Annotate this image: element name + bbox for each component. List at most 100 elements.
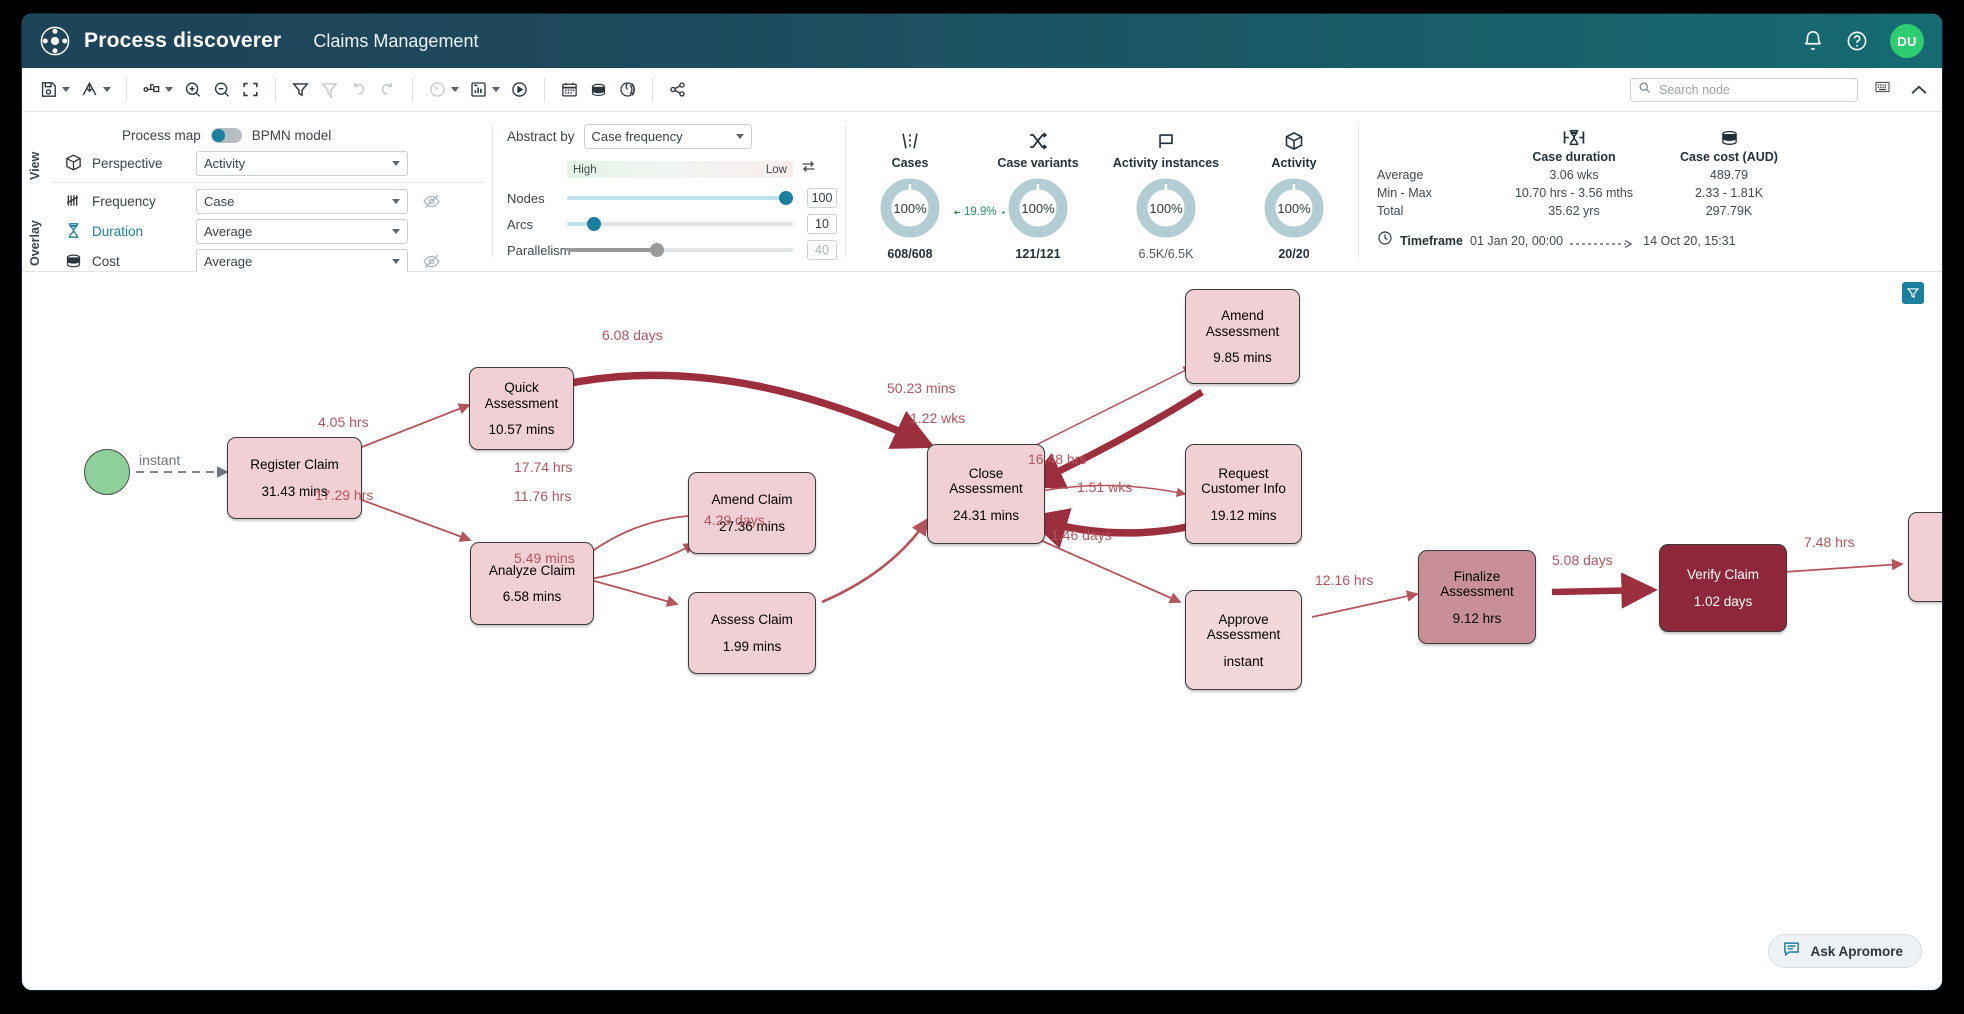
- scale-high-label: High: [573, 164, 597, 176]
- avatar[interactable]: DU: [1890, 24, 1924, 58]
- node-duration: 1.99 mins: [723, 639, 782, 654]
- chevron-down-icon: [392, 229, 400, 234]
- filter-button[interactable]: [286, 75, 315, 105]
- road-icon: [899, 126, 921, 152]
- shuffle-icon: [1027, 126, 1049, 152]
- performance-button[interactable]: [423, 75, 464, 105]
- animate-button[interactable]: [505, 75, 534, 105]
- kpi-activity[interactable]: Activity 100% 20/20: [1230, 126, 1358, 271]
- top-bar-actions: DU: [1802, 24, 1924, 58]
- tally-marks-icon: [64, 191, 84, 211]
- timeframe-start: 01 Jan 20, 00:00: [1470, 234, 1563, 248]
- node-finalize-assessment[interactable]: Finalize Assessment 9.12 hrs: [1418, 550, 1536, 644]
- help-circle-icon[interactable]: [1846, 30, 1868, 52]
- kpi-cases-percent: 100%: [880, 178, 940, 238]
- undo-button[interactable]: [344, 75, 373, 105]
- node-label: Request Customer Info: [1201, 466, 1286, 497]
- node-register-claim[interactable]: Register Claim 31.43 mins: [227, 437, 362, 519]
- notification-bell-icon[interactable]: [1802, 30, 1824, 52]
- node-duration: 10.57 mins: [488, 422, 554, 437]
- funnel-filter-icon[interactable]: [1902, 282, 1924, 304]
- timeframe-label: Timeframe: [1400, 234, 1463, 248]
- node-quick-assessment[interactable]: Quick Assessment 10.57 mins: [469, 367, 574, 450]
- node-verify-claim[interactable]: Verify Claim 1.02 days: [1659, 544, 1787, 632]
- zoom-in-button[interactable]: [178, 75, 207, 105]
- abstract-by-select[interactable]: Case frequency: [584, 124, 752, 149]
- edge-label-quick-close: 6.08 days: [602, 327, 663, 343]
- chevron-up-icon[interactable]: [1908, 79, 1930, 101]
- arcs-slider[interactable]: [567, 222, 793, 226]
- cost-label: Cost: [92, 254, 196, 269]
- kpi-activity-instances[interactable]: Activity instances 100% 6.5K/6.5K: [1102, 126, 1230, 271]
- edge-label-start-register: instant: [139, 452, 180, 468]
- save-model-button[interactable]: [34, 75, 75, 105]
- frequency-select[interactable]: Case: [196, 189, 408, 214]
- share-button[interactable]: [663, 75, 692, 105]
- resource-button[interactable]: [613, 75, 642, 105]
- edge-label-register-analyze: 17.29 hrs: [315, 487, 373, 503]
- node-approve-assessment[interactable]: Approve Assessment instant: [1185, 590, 1302, 690]
- view-section-label: View: [28, 128, 42, 180]
- cost-button[interactable]: [584, 75, 613, 105]
- statistics-button[interactable]: [464, 75, 505, 105]
- case-cost-header: Case cost (AUD): [1659, 126, 1799, 164]
- settings-strip: View Overlay Process map BPMN model Pers…: [22, 112, 1942, 272]
- case-stats-panel: Case duration Case cost (AUD) Average 3.…: [1359, 112, 1942, 271]
- kpi-case-variants[interactable]: Case variants 100% 121/121: [974, 126, 1102, 271]
- node-label: Verify Claim: [1687, 567, 1759, 583]
- nodes-slider-value[interactable]: 100: [807, 188, 837, 208]
- node-duration: 1.02 days: [1694, 594, 1753, 609]
- process-map-bpmn-toggle[interactable]: [211, 128, 242, 143]
- nodes-slider-label: Nodes: [507, 191, 567, 206]
- frequency-eye-off-icon[interactable]: [422, 192, 441, 211]
- export-button[interactable]: [75, 75, 116, 105]
- node-request-customer-info[interactable]: Request Customer Info 19.12 mins: [1185, 444, 1302, 544]
- swap-arrows-icon[interactable]: [800, 158, 817, 175]
- chevron-down-icon: [392, 161, 400, 166]
- arrow-right-icon: [1570, 236, 1636, 246]
- cost-eye-off-icon[interactable]: [422, 252, 441, 271]
- app-title: Process discoverer: [84, 29, 281, 53]
- hourglass-range-icon: [1489, 126, 1659, 148]
- ask-apromore-button[interactable]: Ask Apromore: [1768, 934, 1922, 968]
- zoom-out-button[interactable]: [207, 75, 236, 105]
- kpi-activity-percent: 100%: [1264, 178, 1324, 238]
- nodes-slider[interactable]: [567, 196, 793, 200]
- process-map-canvas[interactable]: Register Claim 31.43 mins Quick Assessme…: [22, 272, 1942, 990]
- slider-row-nodes: Nodes 100: [507, 185, 845, 211]
- node-offscreen-partial[interactable]: [1908, 512, 1942, 602]
- process-compass-icon: [40, 26, 70, 56]
- layout-button[interactable]: [137, 75, 178, 105]
- toolbar: [22, 68, 1942, 112]
- perspective-select[interactable]: Activity: [196, 151, 408, 176]
- cost-select[interactable]: Average: [196, 249, 408, 274]
- node-assess-claim[interactable]: Assess Claim 1.99 mins: [688, 592, 816, 674]
- node-duration: 9.85 mins: [1213, 350, 1272, 365]
- stat-row-label-average: Average: [1377, 168, 1489, 182]
- clear-filter-button[interactable]: [315, 75, 344, 105]
- start-event-node[interactable]: [84, 449, 130, 495]
- node-amend-assessment[interactable]: Amend Assessment 9.85 mins: [1185, 289, 1300, 384]
- slider-row-parallelism: Parallelism 40: [507, 237, 845, 263]
- kpi-cases[interactable]: Cases 100% 608/608 19.9%: [846, 126, 974, 271]
- duration-select[interactable]: Average: [196, 219, 408, 244]
- bpmn-model-label: BPMN model: [252, 128, 332, 143]
- keyboard-icon[interactable]: [1872, 79, 1894, 101]
- fit-screen-button[interactable]: [236, 75, 265, 105]
- search-node-box[interactable]: [1630, 78, 1858, 102]
- node-duration: instant: [1224, 654, 1264, 669]
- parallelism-slider[interactable]: [567, 248, 793, 252]
- search-input[interactable]: [1657, 82, 1850, 98]
- overlay-row-frequency: Frequency Case: [64, 186, 492, 216]
- calendar-button[interactable]: [555, 75, 584, 105]
- ask-apromore-label: Ask Apromore: [1810, 944, 1903, 959]
- redo-button[interactable]: [373, 75, 402, 105]
- parallelism-slider-value[interactable]: 40: [807, 240, 837, 260]
- stat-row-label-total: Total: [1377, 204, 1489, 218]
- node-duration: 19.12 mins: [1210, 508, 1276, 523]
- edge-label-close-amendass: 50.23 mins: [887, 380, 955, 396]
- kpi-activity-instances-label: Activity instances: [1113, 156, 1219, 170]
- edge-label-close-approve: 1.46 days: [1051, 527, 1112, 543]
- project-name[interactable]: Claims Management: [313, 31, 478, 52]
- arcs-slider-value[interactable]: 10: [807, 214, 837, 234]
